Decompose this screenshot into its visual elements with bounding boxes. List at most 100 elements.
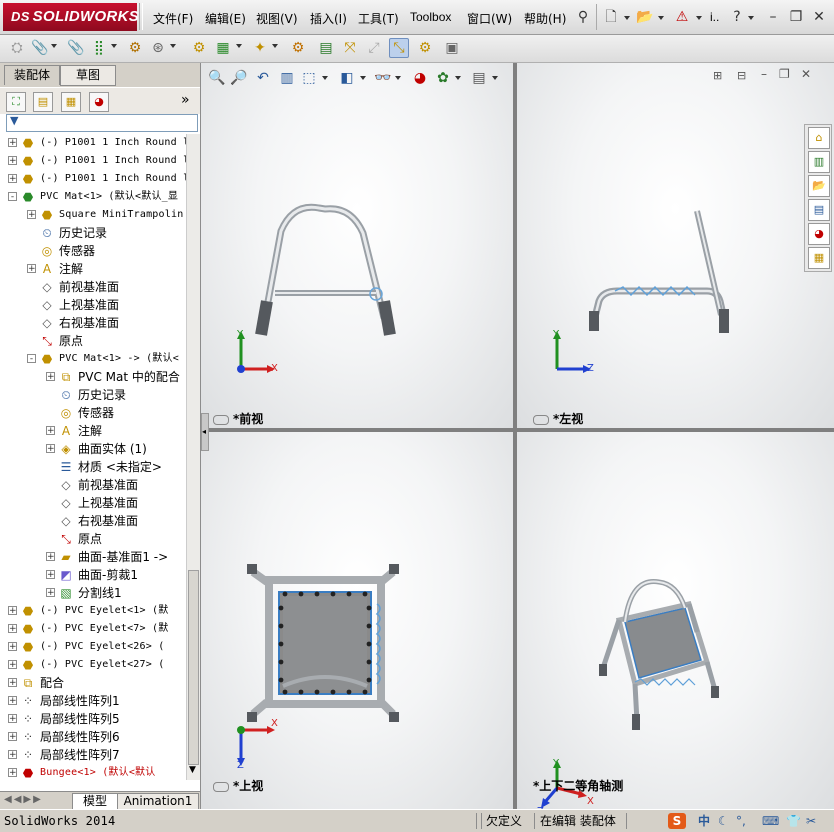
settings-dropdown-arrow[interactable] [492, 76, 498, 80]
close-icon[interactable]: ✕ [810, 8, 828, 26]
solidworks-resources-icon[interactable]: ⌂ [808, 127, 830, 149]
expand-icon[interactable]: + [8, 642, 17, 652]
configurationmanager-icon[interactable]: ▦ [61, 92, 81, 112]
help-icon[interactable]: ? [728, 8, 746, 26]
explode-line-sketch-icon[interactable]: ⤢ [364, 38, 384, 58]
displaymanager-icon[interactable]: ◕ [89, 92, 109, 112]
move-dropdown-arrow[interactable] [170, 44, 176, 48]
move-component-icon[interactable]: ⊛ [148, 38, 168, 58]
ime-language[interactable]: 中 [698, 813, 710, 829]
mate-dropdown-arrow[interactable] [51, 44, 57, 48]
expand-icon[interactable]: + [8, 660, 17, 670]
tree-item[interactable]: + ⁘ 局部线性阵列6 [0, 728, 186, 746]
viewport-tile-icon[interactable]: ⊞ [713, 69, 722, 82]
tree-item[interactable]: - ⬣ PVC Mat<1> -> (默认< [0, 350, 186, 368]
expand-icon[interactable]: + [46, 588, 55, 598]
tab-model[interactable]: 模型 [72, 793, 118, 810]
tree-item[interactable]: + ⬣ (-) PVC Eyelet<27> ( [0, 656, 186, 674]
tree-item[interactable]: + ⁘ 局部线性阵列5 [0, 710, 186, 728]
reference-geometry-icon[interactable]: ✦ [250, 38, 270, 58]
expand-icon[interactable]: + [46, 444, 55, 454]
minimize-icon[interactable]: – [764, 8, 782, 26]
tree-item[interactable]: + ⬣ (-) P1001 1 Inch Round l [0, 134, 186, 152]
show-hidden-icon[interactable]: ⚙ [189, 38, 209, 58]
solidworks-logo[interactable]: DS SOLIDWORKS [3, 3, 139, 31]
tree-item[interactable]: ☰ 材质 <未指定> [0, 458, 186, 476]
smart-fasteners-icon[interactable]: ⚙ [125, 38, 145, 58]
tree-item[interactable]: + A 注解 [0, 422, 186, 440]
zoom-to-area-icon[interactable]: 🔎 [229, 68, 249, 88]
bill-of-materials-icon[interactable]: ▤ [316, 38, 336, 58]
tree-item[interactable]: + ▰ 曲面-基准面1 -> [0, 548, 186, 566]
expand-icon[interactable]: + [8, 732, 17, 742]
viewport-front-label[interactable]: *前视 [213, 410, 263, 427]
tree-item[interactable]: ◇ 前视基准面 [0, 476, 186, 494]
previous-view-icon[interactable]: ↶ [253, 68, 273, 88]
viewport-close-icon[interactable]: ✕ [801, 67, 811, 81]
speedpak-icon[interactable]: ▣ [442, 38, 462, 58]
tree-item[interactable]: + ◈ 曲面实体 (1) [0, 440, 186, 458]
menu-insert[interactable]: 插入(I) [310, 10, 347, 27]
expand-icon[interactable]: + [8, 156, 17, 166]
expand-icon[interactable]: + [8, 138, 17, 148]
tree-item[interactable]: ◇ 前视基准面 [0, 278, 186, 296]
tree-item[interactable]: + ⬣ (-) P1001 1 Inch Round l [0, 170, 186, 188]
ime-settings-icon[interactable]: ✂ [806, 813, 816, 829]
panel-expand-icon[interactable]: » [181, 92, 190, 108]
tree-item[interactable]: ◇ 右视基准面 [0, 512, 186, 530]
more-button[interactable]: i.. [710, 10, 719, 24]
tab-scroll-arrows[interactable]: ◀◀▶▶ [4, 794, 43, 805]
new-dropdown-arrow[interactable] [624, 16, 630, 20]
hide-show-items-icon[interactable]: 👓 [373, 68, 393, 88]
expand-icon[interactable]: + [8, 678, 17, 688]
menu-help[interactable]: 帮助(H) [524, 10, 566, 27]
tree-item[interactable]: ◇ 上视基准面 [0, 494, 186, 512]
orientation-dropdown-arrow[interactable] [322, 76, 328, 80]
paperclip-icon[interactable]: 📎 [66, 38, 86, 58]
tree-item[interactable]: + ▧ 分割线1 [0, 584, 186, 602]
large-assembly-mode-icon[interactable]: ⚙ [415, 38, 435, 58]
viewport-top[interactable]: X Z *上视 [201, 432, 513, 809]
tree-item[interactable]: + ⬣ Square MiniTrampolin [0, 206, 186, 224]
edit-appearance-icon[interactable]: ◕ [410, 68, 430, 88]
tree-item[interactable]: ◎ 传感器 [0, 404, 186, 422]
menu-window[interactable]: 窗口(W) [467, 10, 512, 27]
tree-item[interactable]: ◎ 传感器 [0, 242, 186, 260]
hide-show-dropdown-arrow[interactable] [395, 76, 401, 80]
view-palette-icon[interactable]: ▤ [808, 199, 830, 221]
expand-icon[interactable]: + [46, 426, 55, 436]
tree-item[interactable]: + ⬣ (-) PVC Eyelet<26> ( [0, 638, 186, 656]
pattern-dropdown-arrow[interactable] [111, 44, 117, 48]
viewport-top-label[interactable]: *上视 [213, 777, 263, 794]
ime-user-icon[interactable]: 👕 [786, 813, 801, 829]
expand-icon[interactable]: + [27, 210, 36, 220]
scene-dropdown-arrow[interactable] [455, 76, 461, 80]
link-views-icon[interactable] [533, 414, 549, 425]
scrollbar-thumb[interactable] [188, 570, 199, 765]
section-view-icon[interactable]: ▥ [277, 68, 297, 88]
open-folder-icon[interactable]: 📂 [636, 8, 654, 26]
expand-icon[interactable]: + [46, 372, 55, 382]
rebuild-dropdown-arrow[interactable] [696, 16, 702, 20]
viewport-left[interactable]: Y Z *左视 ⊞ ⊟ – ❐ ✕ [517, 63, 834, 428]
display-style-icon[interactable]: ◧ [337, 68, 357, 88]
tree-item[interactable]: + ⬣ (-) PVC Eyelet<1> (默 [0, 602, 186, 620]
tree-item[interactable]: + A 注解 [0, 260, 186, 278]
tree-item[interactable]: ⤡ 原点 [0, 530, 186, 548]
tree-item[interactable]: ◇ 右视基准面 [0, 314, 186, 332]
featuremanager-tree-icon[interactable]: ⛶ [6, 92, 26, 112]
tree-item[interactable]: + ⁘ 局部线性阵列1 [0, 692, 186, 710]
collapse-icon[interactable]: - [27, 354, 36, 364]
expand-icon[interactable]: + [8, 606, 17, 616]
help-dropdown-arrow[interactable] [748, 16, 754, 20]
viewport-left-label[interactable]: *左视 [533, 410, 583, 427]
custom-properties-icon[interactable]: ▦ [808, 247, 830, 269]
tree-scrollbar[interactable]: ▼ [186, 134, 200, 780]
insert-component-icon[interactable]: ⛭ [7, 38, 27, 58]
scroll-down-icon[interactable]: ▼ [189, 765, 196, 775]
view-settings-icon[interactable]: ▤ [469, 68, 489, 88]
viewport-tile2-icon[interactable]: ⊟ [737, 69, 746, 82]
design-library-icon[interactable]: ▥ [808, 151, 830, 173]
tree-item[interactable]: + ◩ 曲面-剪裁1 [0, 566, 186, 584]
menu-edit[interactable]: 编辑(E) [205, 10, 246, 27]
